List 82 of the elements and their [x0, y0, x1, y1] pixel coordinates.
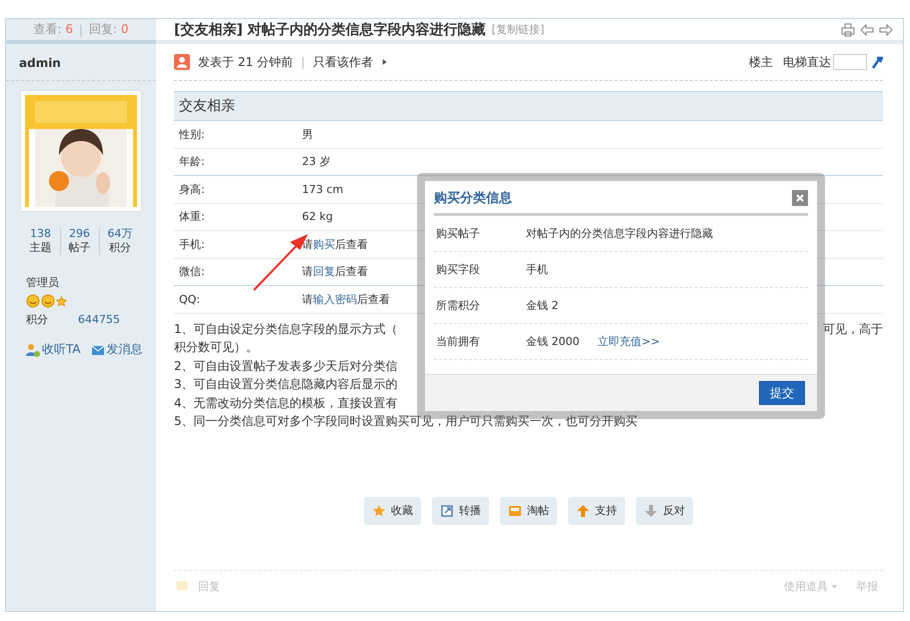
points-value: 644755 [78, 313, 120, 326]
table-title: 交友相亲 [179, 97, 235, 115]
dialog-value: 对帖子内的分类信息字段内容进行隐藏 [526, 226, 713, 241]
print-icon [841, 22, 855, 36]
user-icon [174, 54, 190, 70]
field-link[interactable]: 输入密码 [313, 292, 357, 306]
count-value[interactable]: 64万 [108, 227, 132, 241]
dialog-value: 金钱 2000 [526, 334, 580, 349]
separator: | [78, 22, 84, 36]
action-button[interactable]: 淘帖 [500, 496, 557, 524]
close-icon [795, 193, 805, 203]
dialog-label: 所需积分 [436, 298, 481, 313]
field-value: 62 kg [302, 210, 333, 224]
field-value: 173 cm [302, 182, 344, 196]
reply-count: 回复: 0 [89, 21, 129, 38]
caret-icon [831, 582, 838, 590]
field-link[interactable]: 回复 [313, 265, 335, 278]
note-text: 5、同一分类信息可对多个字段同时设置购买可见，用户可只需购买一次，也可分开购买 [174, 413, 638, 430]
field-label: 性别: [179, 126, 205, 142]
people-icon [26, 342, 40, 356]
note-text: 可见，高于 [823, 320, 883, 338]
speech-bubble-icon [174, 580, 190, 592]
view-count: 查看: 6 [33, 21, 73, 38]
submit-button[interactable]: 提交 [759, 381, 805, 405]
field-link[interactable]: 购买 [313, 238, 335, 251]
up-arrow-icon [576, 504, 590, 518]
smiley-icon [41, 294, 55, 308]
count-label: 帖子 [68, 241, 90, 255]
jump-label: 电梯直达 [783, 54, 831, 70]
note-text: 2、可自由设置帖子发表多少天后对分类信 [174, 358, 398, 374]
star-icon [56, 296, 67, 306]
field-label: 微信: [179, 264, 205, 280]
share-icon [440, 504, 454, 518]
field-label: 身高: [179, 182, 205, 197]
recharge-link[interactable]: 立即充值>> [598, 334, 660, 349]
count-value[interactable]: 296 [69, 227, 90, 241]
previous-icon [860, 22, 874, 36]
action-button[interactable]: 转播 [432, 496, 489, 524]
action-button[interactable]: 支持 [568, 496, 625, 524]
tray-icon [508, 504, 522, 518]
go-icon [869, 55, 883, 69]
field-value: 23 岁 [302, 154, 330, 170]
field-label: 手机: [179, 236, 205, 252]
separator: | [300, 55, 305, 69]
field-label: 体重: [179, 209, 205, 224]
dialog-label: 购买帖子 [436, 226, 481, 241]
thread-title: [交友相亲] 对帖子内的分类信息字段内容进行隐藏 [174, 20, 486, 38]
field-value: 男 [302, 126, 313, 142]
triangle-icon [380, 58, 389, 66]
dialog-value: 手机 [526, 262, 548, 277]
points-label: 积分 [26, 312, 48, 327]
close-button[interactable] [792, 190, 808, 206]
count-label: 主题 [30, 241, 52, 255]
note-text: 4、无需改动分类信息的模板，直接设置有 [174, 394, 398, 412]
follow-link[interactable]: 收听TA [42, 341, 81, 358]
field-value: 请回复后查看 [302, 264, 368, 280]
smiley-icon [26, 294, 40, 308]
star-icon [372, 504, 386, 518]
dialog-title: 购买分类信息 [434, 190, 512, 207]
envelope-icon [90, 342, 105, 356]
field-label: QQ: [179, 292, 200, 306]
floor-input[interactable] [833, 54, 867, 70]
author-only-link[interactable]: 只看该作者 [312, 54, 373, 70]
floor-label: 楼主 [749, 54, 773, 70]
count-value[interactable]: 138 [30, 227, 51, 241]
field-value: 请输入密码后查看 [302, 292, 390, 307]
dialog-label: 购买字段 [436, 262, 481, 277]
dialog-value: 金钱 2 [526, 298, 558, 313]
action-button[interactable]: 反对 [636, 496, 693, 524]
down-arrow-icon [644, 504, 658, 518]
author-name[interactable]: admin [6, 44, 156, 81]
dialog-label: 当前拥有 [436, 334, 481, 349]
action-button[interactable]: 收藏 [364, 496, 421, 524]
note-text: 积分数可见）。 [174, 339, 258, 356]
next-icon [879, 22, 893, 36]
user-group: 管理员 [26, 275, 156, 290]
post-time: 发表于 21 分钟前 [198, 54, 293, 70]
message-link[interactable]: 发消息 [106, 341, 143, 358]
field-label: 年龄: [179, 154, 205, 170]
count-label: 积分 [109, 241, 131, 255]
note-text: 3、可自由设置分类信息隐藏内容后显示的 [174, 376, 398, 393]
note-text: 1、可自由设定分类信息字段的显示方式（ [174, 320, 398, 338]
